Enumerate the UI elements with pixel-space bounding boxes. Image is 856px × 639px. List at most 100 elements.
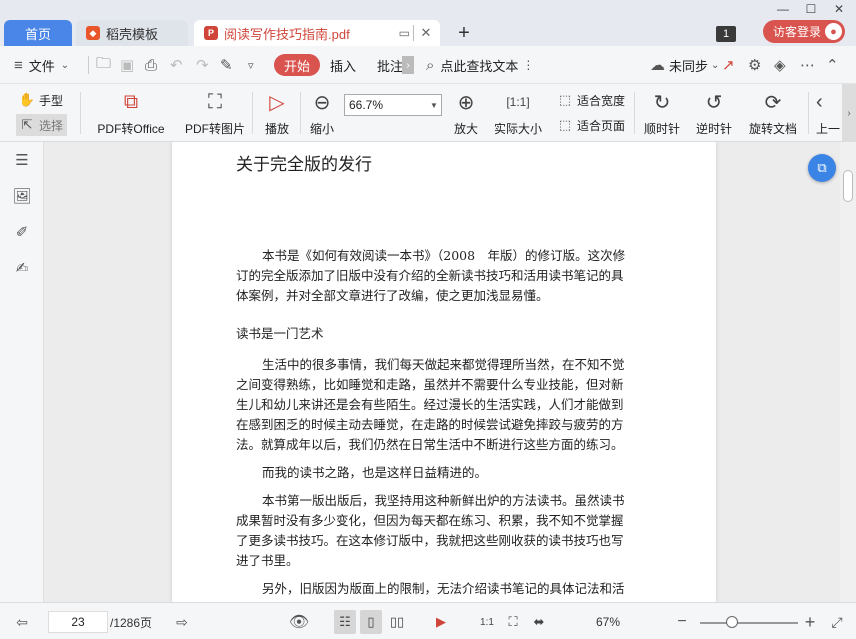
paragraph-life: 生活中的很多事情，我们每天做起来都觉得理所当然，在不知不觉 之间变得熟练，比如睡… <box>236 355 652 455</box>
status-bar: ⇦ 23 /1286页 ⇨ 👁 ☷ ▯ ▯▯ ▶ 1:1 ⛶ ⬌ 67% − +… <box>0 602 856 639</box>
page-heading: 关于完全版的发行 <box>236 155 372 175</box>
rotate-counterclockwise-button[interactable]: ↺ 逆时针 <box>694 88 734 137</box>
rotate-document-button[interactable]: ⟳ 旋转文档 <box>746 88 800 137</box>
save-icon[interactable]: ▣ <box>120 54 134 76</box>
share-icon[interactable]: ↗ <box>722 54 735 76</box>
thumbnail-icon[interactable]: 🖼 <box>12 186 32 206</box>
ribbon-divider <box>300 92 301 134</box>
search-icon: ⌕ <box>426 56 435 74</box>
annotation-icon[interactable]: ✐ <box>12 222 32 242</box>
continuous-view-icon[interactable]: ☷ <box>334 610 356 634</box>
fit-width-button[interactable]: ⬚ 适合宽度 <box>556 89 625 111</box>
zoom-out-icon[interactable]: − <box>672 611 692 633</box>
ribbon-divider <box>808 92 809 134</box>
sync-status[interactable]: ☁ 未同步 ⌄ <box>650 54 719 76</box>
rotate-clockwise-button[interactable]: ↻ 顺时针 <box>642 88 682 137</box>
pdf-to-office-label: PDF转Office <box>97 122 165 136</box>
more-horizontal-icon[interactable]: ⋯ <box>800 54 815 76</box>
menu-bar: ≡ 文件 ⌄ 🗀 ▣ ⎙ ↶ ↷ ✎ ▿ 开始 插入 批注 › ⌕ 点此查找文本… <box>0 46 856 84</box>
maximize-icon[interactable]: ☐ <box>798 0 824 18</box>
tab-annotate[interactable]: 批注 <box>377 54 403 76</box>
double-page-view-icon[interactable]: ▯▯ <box>386 610 408 634</box>
select-tool-button[interactable]: ⇱ 选择 <box>16 114 68 136</box>
undo-icon[interactable]: ↶ <box>170 54 183 76</box>
previous-page-button[interactable]: ‹ 上一 <box>816 88 842 137</box>
page-number-input[interactable]: 23 <box>48 611 108 633</box>
signature-icon[interactable]: ✍ <box>12 258 32 278</box>
fit-page-icon: ⬚ <box>558 117 572 132</box>
sign-icon[interactable]: ✎ <box>220 54 233 76</box>
zoom-level-select[interactable]: 66.7% ▼ <box>344 94 442 116</box>
text-line: 而我的读书之路，也是这样日益精进的。 <box>262 465 488 480</box>
skin-icon[interactable]: ◈ <box>774 54 786 76</box>
collapse-ribbon-icon[interactable]: ⌃ <box>826 54 839 76</box>
settings-icon[interactable]: ⚙ <box>748 54 761 76</box>
vertical-scrollbar[interactable] <box>840 142 856 602</box>
rotate-counterclockwise-icon: ↺ <box>705 91 723 114</box>
rotate-document-icon: ⟳ <box>764 91 782 114</box>
search-text-button[interactable]: ⌕ 点此查找文本 ⋮ <box>426 54 534 76</box>
print-icon[interactable]: ⎙ <box>145 54 157 76</box>
actual-size-icon[interactable]: 1:1 <box>476 610 498 634</box>
eye-protection-icon[interactable]: 👁 <box>288 611 310 633</box>
fit-page-button[interactable]: ⬚ 适合页面 <box>556 114 625 136</box>
window-count-badge[interactable]: 1 <box>716 26 736 42</box>
file-menu[interactable]: ≡ 文件 ⌄ <box>14 54 69 76</box>
fit-page-icon[interactable]: ⛶ <box>502 610 524 634</box>
tab-insert[interactable]: 插入 <box>330 54 356 76</box>
hand-icon: ✋ <box>18 92 36 107</box>
single-page-view-icon[interactable]: ▯ <box>360 610 382 634</box>
zoom-slider-knob[interactable] <box>726 616 738 628</box>
previous-page-icon[interactable]: ⇦ <box>12 611 32 633</box>
chevron-left-icon: ‹ <box>816 90 823 113</box>
minimize-icon[interactable]: — <box>770 0 796 18</box>
rotate-counterclockwise-label: 逆时针 <box>695 122 732 136</box>
zoom-in-button[interactable]: ⊕ 放大 <box>452 88 480 137</box>
fullscreen-icon[interactable]: ⤢ <box>826 611 848 633</box>
tab-template[interactable]: ◆ 稻壳模板 <box>76 20 188 46</box>
redo-icon[interactable]: ↷ <box>196 54 209 76</box>
document-viewport[interactable]: 关于完全版的发行 本书是《如何有效阅读一本书》（2008 年版）的修订版。这次修… <box>44 142 840 602</box>
avatar-icon: ● <box>825 23 842 40</box>
zoom-level-value: 66.7% <box>349 98 384 112</box>
menu-divider <box>88 56 89 74</box>
play-slideshow-icon[interactable]: ▶ <box>430 610 452 634</box>
pdf-to-image-button[interactable]: ⛶ PDF转图片 <box>184 88 246 137</box>
pdf-to-office-button[interactable]: ⧉ PDF转Office <box>90 88 172 137</box>
zoom-in-icon[interactable]: + <box>800 611 820 633</box>
ribbon-scroll-right-icon[interactable]: › <box>842 84 856 142</box>
open-folder-icon[interactable]: 🗀 <box>96 54 111 76</box>
text-line: 体案例，并对全部文章进行了改编，使之更加浅显易懂。 <box>236 288 549 303</box>
next-page-icon[interactable]: ⇨ <box>172 611 192 633</box>
close-window-icon[interactable]: ✕ <box>826 0 852 18</box>
zoom-slider[interactable] <box>700 622 798 624</box>
play-button[interactable]: ▷ 播放 <box>262 88 292 137</box>
more-vertical-icon[interactable]: ⋮ <box>522 58 534 72</box>
scrollbar-thumb[interactable] <box>843 170 853 202</box>
tab-document[interactable]: P 阅读写作技巧指南.pdf ▭ ✕ <box>194 20 440 46</box>
play-icon: ▷ <box>269 91 285 114</box>
floating-tool-icon[interactable]: ⧉ <box>808 154 836 182</box>
new-tab-icon[interactable]: + <box>452 22 476 44</box>
section-heading: 读书是一门艺术 <box>236 324 652 344</box>
text-line: 生活中的很多事情，我们每天做起来都觉得理所当然，在不知不觉 <box>262 357 625 372</box>
actual-size-button[interactable]: [1:1] 实际大小 <box>492 88 544 137</box>
close-tab-icon[interactable]: ✕ <box>416 20 436 46</box>
tab-start[interactable]: 开始 <box>274 54 321 76</box>
hand-tool-button[interactable]: ✋ 手型 <box>18 89 63 111</box>
fit-width-icon[interactable]: ⬌ <box>528 610 550 634</box>
paragraph-first-edition: 本书第一版出版后，我坚持用这种新鲜出炉的方法读书。虽然读书 成果暂时没有多少变化… <box>236 491 652 571</box>
tab-home[interactable]: 首页 <box>4 20 72 46</box>
text-line: 法。就算成年以后，我们仍然在日常生活中不断进行这些方面的练习。 <box>236 437 624 452</box>
more-dropdown-icon[interactable]: ▿ <box>248 54 254 76</box>
scroll-right-icon[interactable]: › <box>402 56 414 74</box>
ribbon-divider <box>80 92 81 134</box>
paragraph-additional: 另外，旧版因为版面上的限制，无法介绍读书笔记的具体记法和活 <box>236 579 652 599</box>
tab-bar: — ☐ ✕ 首页 ◆ 稻壳模板 P 阅读写作技巧指南.pdf ▭ ✕ + 1 访… <box>0 0 856 46</box>
zoom-out-button[interactable]: ⊖ 缩小 <box>308 88 336 137</box>
pin-tab-icon[interactable]: ▭ <box>399 20 410 46</box>
hamburger-icon: ≡ <box>14 56 23 74</box>
rotate-document-label: 旋转文档 <box>748 122 797 136</box>
outline-icon[interactable]: ☰ <box>12 150 32 170</box>
visitor-login-button[interactable]: 访客登录 ● <box>763 20 845 43</box>
